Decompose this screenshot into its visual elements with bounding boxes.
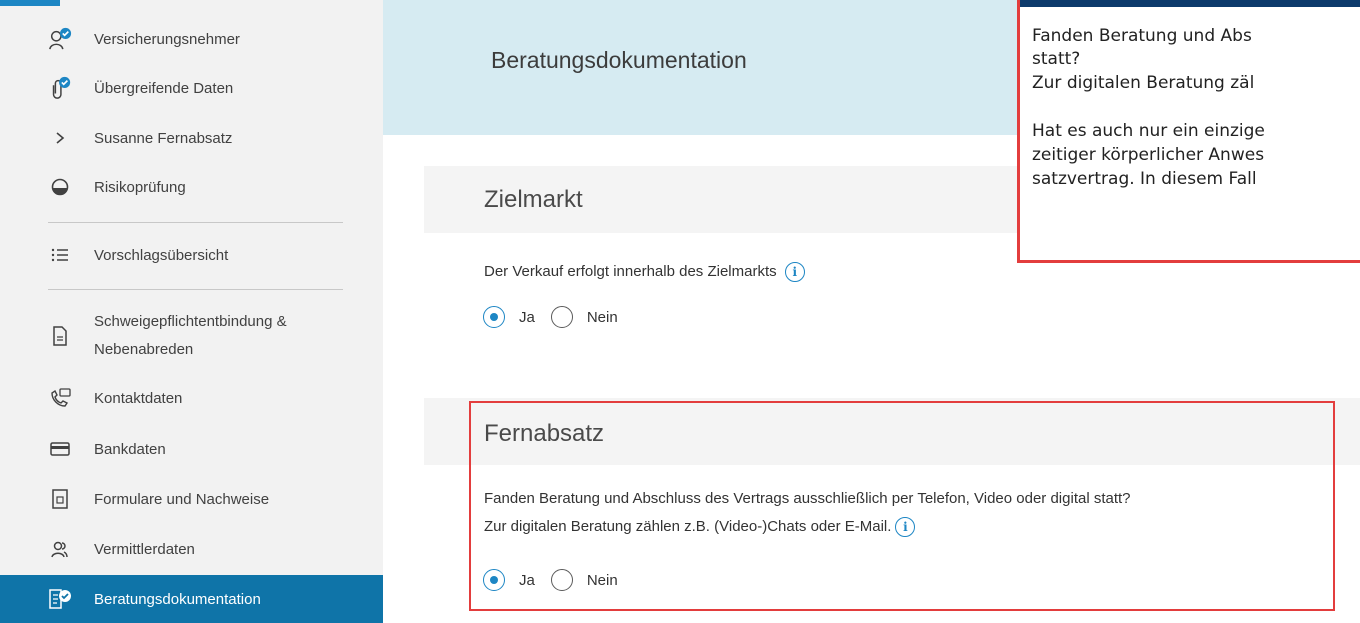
- radio-group-fernabsatz: Ja Nein: [483, 569, 634, 591]
- sidebar-item-risikopruefung[interactable]: Risikoprüfung: [0, 173, 383, 203]
- sidebar-item-vermittlerdaten[interactable]: Vermittlerdaten: [0, 535, 383, 565]
- sidebar-divider: [48, 222, 343, 223]
- credit-card-icon: [48, 437, 72, 461]
- sidebar-item-beratungsdokumentation[interactable]: Beratungsdokumentation: [0, 575, 383, 623]
- radio-label-ja: Ja: [519, 571, 535, 589]
- list-icon: [48, 243, 72, 267]
- question-text-line2: Zur digitalen Beratung zählen z.B. (Vide…: [484, 518, 892, 535]
- page-title: Beratungsdokumentation: [491, 47, 747, 73]
- radio-label-nein: Nein: [586, 308, 618, 326]
- paperclip-check-icon: [48, 76, 72, 100]
- popup-text-line: Hat es auch nur ein einzige: [1032, 121, 1265, 141]
- sidebar-item-label: Susanne Fernabsatz: [94, 130, 233, 147]
- sidebar-item-label: Vermittlerdaten: [94, 541, 195, 558]
- radio-ja[interactable]: [483, 569, 505, 591]
- sidebar-item-label: Formulare und Nachweise: [94, 491, 270, 508]
- people-icon: [48, 537, 72, 561]
- radio-nein[interactable]: [550, 306, 573, 328]
- document-icon: [48, 324, 72, 348]
- radio-label-nein: Nein: [586, 571, 618, 589]
- sidebar-item-label: Bankdaten: [94, 441, 166, 458]
- sidebar-item-susanne-fernabsatz[interactable]: Susanne Fernabsatz: [0, 124, 383, 154]
- sidebar-divider: [48, 289, 343, 290]
- form-icon: [48, 487, 72, 511]
- popup-text-line: Zur digitalen Beratung zäl: [1032, 73, 1255, 93]
- popup-text-line: statt?: [1032, 49, 1081, 69]
- sidebar: Versicherungsnehmer Übergreifende Daten …: [0, 0, 383, 623]
- sidebar-item-kontaktdaten[interactable]: Kontaktdaten: [0, 384, 383, 414]
- radio-selected-dot: [490, 576, 498, 584]
- question-text-line2-wrapper: Zur digitalen Beratung zählen z.B. (Vide…: [484, 513, 1131, 541]
- question-zielmarkt: Der Verkauf erfolgt innerhalb des Zielma…: [484, 258, 805, 286]
- radio-label-ja: Ja: [519, 308, 535, 326]
- sidebar-item-versicherungsnehmer[interactable]: Versicherungsnehmer: [0, 25, 383, 55]
- document-check-icon: [48, 587, 72, 611]
- sidebar-item-label: Vorschlagsübersicht: [94, 247, 229, 264]
- popup-header-bar: [1020, 0, 1360, 7]
- question-fernabsatz: Fanden Beratung und Abschluss des Vertra…: [484, 485, 1131, 541]
- info-icon[interactable]: i: [784, 262, 805, 283]
- sidebar-item-vorschlagsuebersicht[interactable]: Vorschlagsübersicht: [0, 241, 383, 271]
- question-text-line1: Fanden Beratung und Abschluss des Vertra…: [484, 490, 1131, 507]
- popup-text-line: zeitiger körperlicher Anwes: [1032, 145, 1265, 165]
- info-popup: Fanden Beratung und Abs statt? Zur digit…: [1017, 0, 1360, 263]
- sidebar-item-label: Risikoprüfung: [94, 179, 186, 196]
- sidebar-item-label-line2: Nebenabreden: [94, 341, 194, 358]
- popup-text-line: Fanden Beratung und Abs: [1032, 26, 1252, 46]
- info-icon[interactable]: i: [895, 517, 916, 538]
- sidebar-item-label: Schweigepflichtentbindung &: [94, 313, 287, 330]
- section-title-zielmarkt: Zielmarkt: [484, 186, 583, 213]
- radio-group-zielmarkt: Ja Nein: [483, 306, 634, 328]
- popup-text-line: satzvertrag. In diesem Fall: [1032, 169, 1257, 189]
- sidebar-item-label: Übergreifende Daten: [94, 80, 234, 97]
- person-check-icon: [48, 27, 72, 51]
- sidebar-item-label: Versicherungsnehmer: [94, 31, 240, 48]
- section-title-fernabsatz: Fernabsatz: [484, 420, 605, 447]
- sidebar-item-label: Beratungsdokumentation: [94, 591, 261, 608]
- radio-nein[interactable]: [550, 569, 573, 591]
- sidebar-item-label: Kontaktdaten: [94, 390, 183, 407]
- chevron-right-icon: [48, 126, 72, 150]
- radio-ja[interactable]: [483, 306, 505, 328]
- phone-message-icon: [48, 386, 72, 410]
- question-text: Der Verkauf erfolgt innerhalb des Zielma…: [484, 263, 777, 280]
- sidebar-item-schweigepflichtentbindung[interactable]: Schweigepflichtentbindung & Nebenabreden: [0, 307, 383, 365]
- sidebar-item-bankdaten[interactable]: Bankdaten: [0, 435, 383, 465]
- radio-selected-dot: [490, 313, 498, 321]
- sidebar-item-formulare-und-nachweise[interactable]: Formulare und Nachweise: [0, 485, 383, 515]
- circle-half-icon: [48, 175, 72, 199]
- sidebar-item-uebergreifende-daten[interactable]: Übergreifende Daten: [0, 74, 383, 104]
